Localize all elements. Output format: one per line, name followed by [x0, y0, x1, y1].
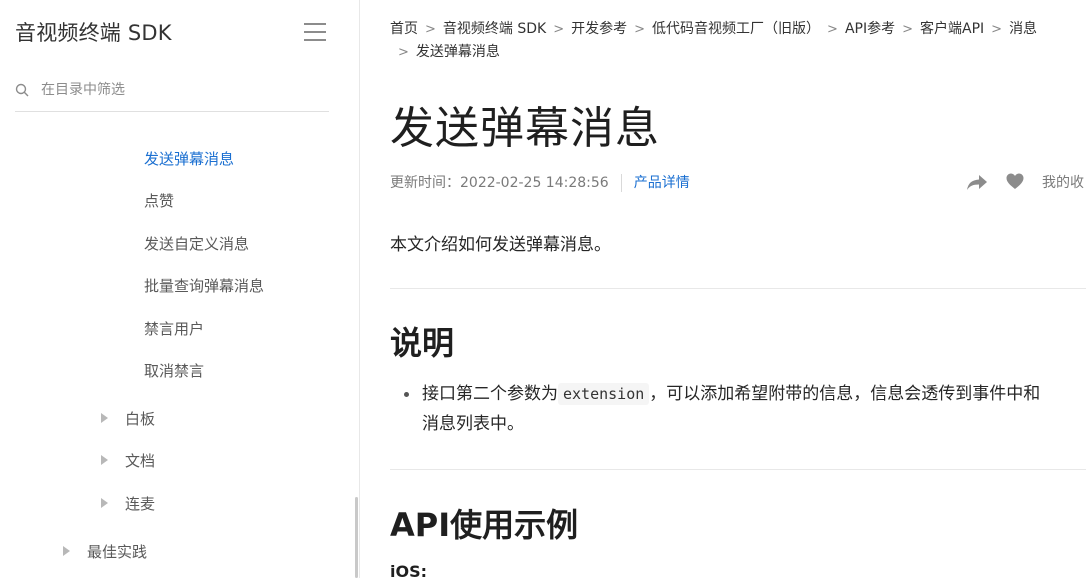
meta-divider: [620, 174, 622, 192]
breadcrumb-item[interactable]: 开发参考: [571, 21, 627, 37]
updated-time: 2022-02-25 14:28:56: [460, 175, 609, 191]
sidebar-item-mute-user[interactable]: 禁言用户: [144, 318, 204, 339]
breadcrumb-item[interactable]: 低代码音视频工厂（旧版）: [652, 21, 820, 37]
page-title: 发送弹幕消息: [390, 103, 660, 154]
sidebar-item-document[interactable]: 文档: [125, 450, 155, 471]
bullet-text: 接口第二个参数为 extension ，可以添加希望附带的信息，信息会透传到事件中和: [422, 379, 1040, 409]
divider: [390, 288, 1086, 289]
chevron-right-icon: >: [902, 22, 913, 37]
breadcrumb-item-current[interactable]: 发送弹幕消息: [416, 44, 500, 60]
heart-icon[interactable]: [1006, 173, 1024, 190]
chevron-right-icon: >: [425, 22, 436, 37]
sidebar-item-whiteboard[interactable]: 白板: [125, 408, 155, 429]
sidebar-filter: [15, 72, 329, 112]
caret-right-icon[interactable]: [101, 413, 108, 423]
chevron-right-icon: >: [827, 22, 838, 37]
article-meta: 更新时间：2022-02-25 14:28:56 产品详情: [390, 172, 690, 192]
chevron-right-icon: >: [398, 45, 409, 60]
bullet-text-part: 接口第二个参数为: [422, 384, 558, 404]
chevron-right-icon: >: [991, 22, 1003, 37]
section-heading-api-example: API使用示例: [390, 506, 579, 544]
hamburger-menu-icon[interactable]: [304, 23, 326, 41]
share-icon[interactable]: [966, 173, 988, 191]
breadcrumb-item[interactable]: 音视频终端 SDK: [443, 21, 546, 37]
product-detail-link[interactable]: 产品详情: [634, 175, 690, 191]
platform-label: iOS:: [390, 562, 428, 578]
main-content: 首页 > 音视频终端 SDK > 开发参考 > 低代码音视频工厂（旧版） > API参考 > 客户端…: [360, 0, 1086, 578]
breadcrumb-item[interactable]: 消息: [1009, 21, 1037, 37]
sidebar-item-batch-query[interactable]: 批量查询弹幕消息: [144, 275, 264, 296]
sidebar-title: 音视频终端 SDK: [15, 21, 172, 45]
caret-right-icon[interactable]: [101, 498, 108, 508]
section-heading-note: 说明: [390, 324, 455, 362]
chevron-right-icon: >: [634, 22, 646, 37]
breadcrumb-item[interactable]: 首页: [390, 21, 418, 37]
updated-label: 更新时间：: [390, 175, 460, 191]
sidebar-item-like[interactable]: 点赞: [144, 190, 174, 211]
sidebar: 音视频终端 SDK 发送弹幕消息 点赞 发送自定义消息 批量查询弹幕消息 禁言用…: [0, 0, 360, 578]
search-icon: [15, 83, 29, 97]
breadcrumb-item[interactable]: 客户端API: [920, 21, 984, 37]
breadcrumb-item[interactable]: API参考: [845, 21, 895, 37]
sidebar-item-best-practice[interactable]: 最佳实践: [87, 541, 147, 562]
intro-paragraph: 本文介绍如何发送弹幕消息。: [390, 235, 611, 255]
my-favorites-button[interactable]: 我的收: [1042, 172, 1084, 192]
filter-input[interactable]: [41, 78, 321, 102]
sidebar-item-mic-link[interactable]: 连麦: [125, 493, 155, 514]
divider: [390, 469, 1086, 470]
sidebar-item-unmute[interactable]: 取消禁言: [144, 360, 204, 381]
chevron-right-icon: >: [553, 22, 565, 37]
breadcrumb: 首页 > 音视频终端 SDK > 开发参考 > 低代码音视频工厂（旧版） > API参考 > 客户端…: [390, 18, 1080, 64]
caret-right-icon[interactable]: [101, 455, 108, 465]
bullet-text-part: ，可以添加希望附带的信息，信息会透传到事件中和: [649, 384, 1041, 404]
sidebar-item-send-barrage[interactable]: 发送弹幕消息: [144, 148, 234, 169]
bullet-text-continued: 消息列表中。: [422, 414, 524, 434]
caret-right-icon[interactable]: [63, 546, 70, 556]
inline-code: extension: [558, 383, 650, 405]
sidebar-scrollbar[interactable]: [355, 497, 358, 578]
sidebar-item-send-custom[interactable]: 发送自定义消息: [144, 233, 249, 254]
